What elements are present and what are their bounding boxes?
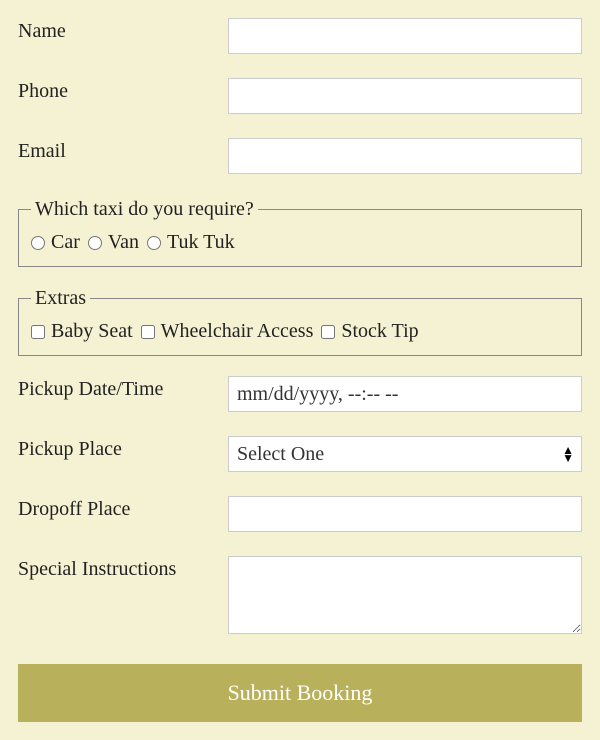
pickup-datetime-input[interactable]: mm/dd/yyyy, --:-- --	[228, 376, 582, 412]
special-instructions-label: Special Instructions	[18, 556, 228, 581]
taxi-option-van[interactable]: Van	[88, 231, 139, 254]
extra-option-wheelchair[interactable]: Wheelchair Access	[141, 320, 314, 343]
extra-label-baby-seat: Baby Seat	[51, 320, 133, 343]
dropoff-place-input[interactable]	[228, 496, 582, 532]
extras-fieldset: Extras Baby Seat Wheelchair Access Stock…	[18, 287, 582, 356]
dropoff-place-row: Dropoff Place	[18, 496, 582, 532]
taxi-label-car: Car	[51, 231, 80, 254]
taxi-type-options: Car Van Tuk Tuk	[31, 231, 569, 254]
extra-label-wheelchair: Wheelchair Access	[161, 320, 314, 343]
taxi-radio-car[interactable]	[31, 236, 45, 250]
name-row: Name	[18, 18, 582, 54]
name-input[interactable]	[228, 18, 582, 54]
taxi-radio-van[interactable]	[88, 236, 102, 250]
booking-form: Name Phone Email Which taxi do you requi…	[18, 18, 582, 722]
taxi-option-car[interactable]: Car	[31, 231, 80, 254]
taxi-label-van: Van	[108, 231, 139, 254]
email-row: Email	[18, 138, 582, 174]
submit-booking-button[interactable]: Submit Booking	[18, 664, 582, 722]
dropoff-place-label: Dropoff Place	[18, 496, 228, 521]
special-instructions-input[interactable]	[228, 556, 582, 634]
special-instructions-row: Special Instructions	[18, 556, 582, 640]
pickup-place-row: Pickup Place Select One ▲▼	[18, 436, 582, 472]
pickup-place-select[interactable]: Select One	[228, 436, 582, 472]
extra-label-stock-tip: Stock Tip	[341, 320, 418, 343]
extra-checkbox-wheelchair[interactable]	[141, 325, 155, 339]
extra-option-baby-seat[interactable]: Baby Seat	[31, 320, 133, 343]
extra-checkbox-stock-tip[interactable]	[321, 325, 335, 339]
taxi-label-tuktuk: Tuk Tuk	[167, 231, 235, 254]
pickup-datetime-placeholder: mm/dd/yyyy, --:-- --	[237, 383, 398, 406]
email-label: Email	[18, 138, 228, 163]
taxi-radio-tuktuk[interactable]	[147, 236, 161, 250]
extra-checkbox-baby-seat[interactable]	[31, 325, 45, 339]
extra-option-stock-tip[interactable]: Stock Tip	[321, 320, 418, 343]
phone-row: Phone	[18, 78, 582, 114]
email-input[interactable]	[228, 138, 582, 174]
phone-input[interactable]	[228, 78, 582, 114]
extras-options: Baby Seat Wheelchair Access Stock Tip	[31, 320, 569, 343]
pickup-datetime-row: Pickup Date/Time mm/dd/yyyy, --:-- --	[18, 376, 582, 412]
taxi-type-fieldset: Which taxi do you require? Car Van Tuk T…	[18, 198, 582, 267]
phone-label: Phone	[18, 78, 228, 103]
pickup-place-label: Pickup Place	[18, 436, 228, 461]
name-label: Name	[18, 18, 228, 43]
taxi-option-tuktuk[interactable]: Tuk Tuk	[147, 231, 235, 254]
pickup-datetime-label: Pickup Date/Time	[18, 376, 228, 401]
extras-legend: Extras	[31, 287, 90, 310]
taxi-type-legend: Which taxi do you require?	[31, 198, 258, 221]
